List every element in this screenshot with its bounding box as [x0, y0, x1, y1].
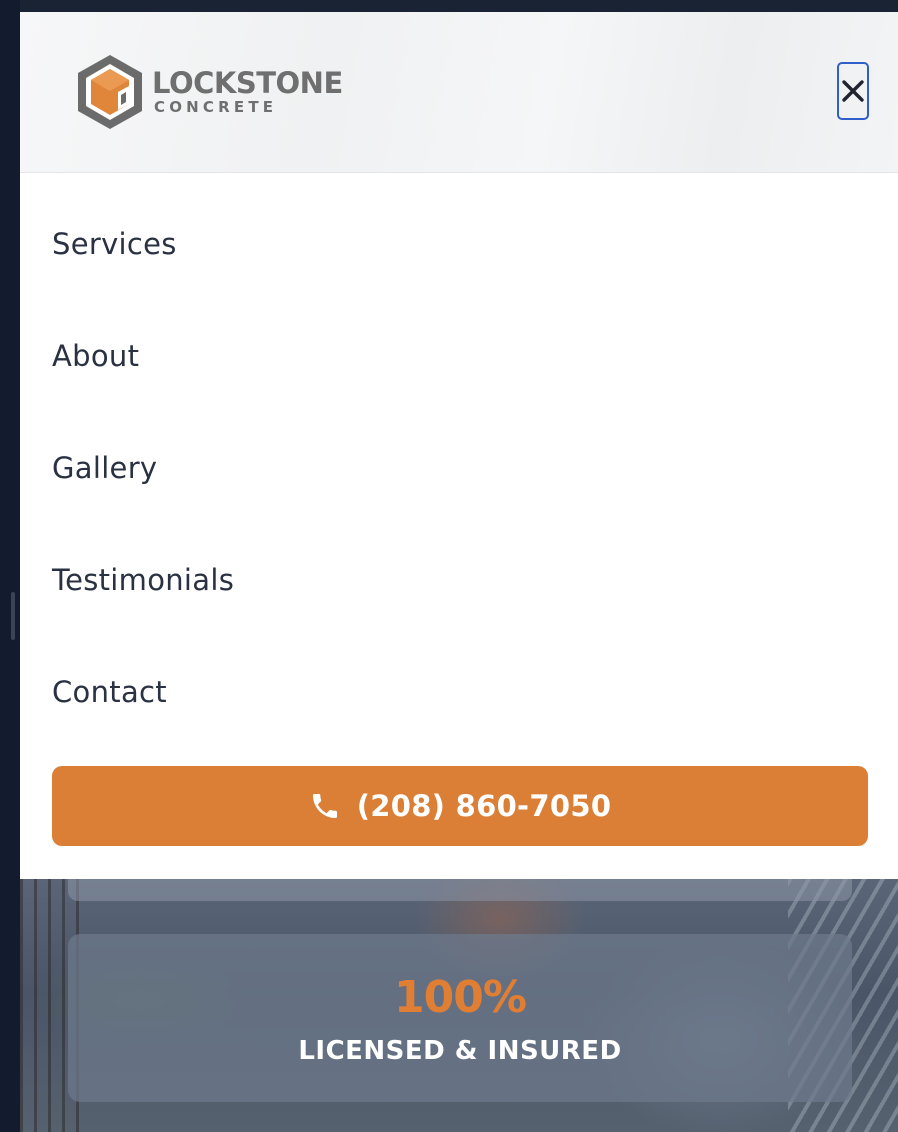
close-menu-button[interactable]	[837, 62, 869, 120]
close-icon	[842, 80, 864, 102]
stat-card: 100% LICENSED & INSURED	[68, 934, 852, 1102]
phone-icon	[312, 794, 337, 818]
nav-item-gallery[interactable]: Gallery	[52, 451, 157, 485]
resize-handle[interactable]	[11, 592, 15, 640]
brand-wordmark: LOCKSTONE CONCRETE	[152, 69, 343, 115]
brand-name: LOCKSTONE	[152, 66, 343, 100]
mobile-nav-menu: Services About Gallery Testimonials Cont…	[20, 173, 898, 879]
call-button-label: (208) 860-7050	[356, 789, 612, 823]
hero-card-previous	[68, 879, 852, 901]
nav-item-about[interactable]: About	[52, 339, 139, 373]
nav-item-contact[interactable]: Contact	[52, 675, 167, 709]
browser-left-edge	[0, 0, 20, 1132]
nav-item-services[interactable]: Services	[52, 227, 177, 261]
hero-background: 100% LICENSED & INSURED	[20, 879, 898, 1132]
call-phone-button[interactable]: (208) 860-7050	[52, 766, 868, 846]
stat-label: LICENSED & INSURED	[298, 1036, 622, 1066]
hexagon-cube-logo-icon	[78, 55, 142, 129]
top-edge-bar	[20, 0, 898, 12]
nav-item-testimonials[interactable]: Testimonials	[52, 563, 234, 597]
brand-logo[interactable]: LOCKSTONE CONCRETE	[74, 52, 343, 132]
stat-value: 100%	[394, 972, 527, 1023]
menu-header: LOCKSTONE CONCRETE	[20, 12, 898, 173]
brand-subtitle: CONCRETE	[154, 98, 278, 116]
